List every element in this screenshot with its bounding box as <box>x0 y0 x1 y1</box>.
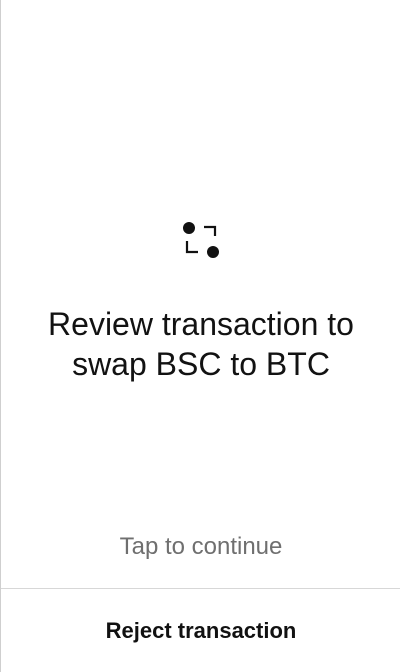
page-title: Review transaction to swap BSC to BTC <box>21 304 381 384</box>
tap-to-continue-hint: Tap to continue <box>119 533 283 560</box>
review-transaction-screen: Review transaction to swap BSC to BTC Ta… <box>0 0 400 672</box>
tap-to-continue-area[interactable]: Review transaction to swap BSC to BTC Ta… <box>1 0 400 588</box>
title-line-2: swap BSC to BTC <box>72 346 330 382</box>
reject-transaction-button[interactable]: Reject transaction <box>1 589 400 672</box>
swap-icon <box>183 222 219 258</box>
title-line-1: Review transaction to <box>48 306 354 342</box>
